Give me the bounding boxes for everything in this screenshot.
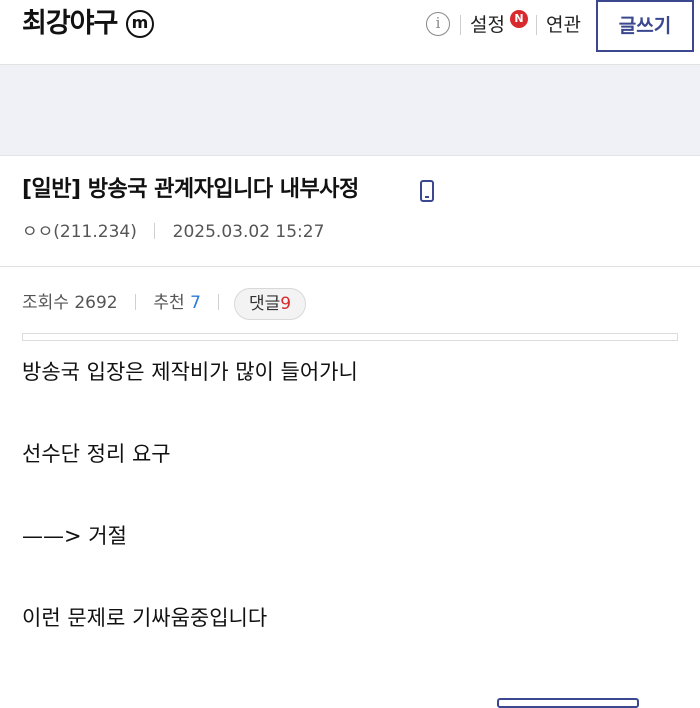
bottom-button-partial[interactable]	[497, 698, 639, 708]
post-title: [일반] 방송국 관계자입니다 내부사정	[22, 177, 359, 202]
new-badge: N	[510, 10, 528, 28]
header-divider	[536, 15, 537, 35]
post-body-line: 이런 문제로 기싸움중입니다	[22, 606, 268, 630]
post-body-line: 선수단 정리 요구	[22, 442, 171, 466]
post-stats: 조회수 2692 추천 7	[22, 287, 231, 319]
post-body-line: 방송국 입장은 제작비가 많이 들어가니	[22, 360, 358, 384]
stats-divider	[218, 294, 220, 310]
ad-banner	[0, 65, 700, 156]
section-divider	[0, 266, 700, 267]
comments-label: 댓글	[249, 294, 281, 314]
recommend-label: 추천	[153, 293, 185, 313]
header-divider	[460, 15, 461, 35]
mobile-icon	[420, 180, 434, 202]
content-rule	[22, 333, 678, 341]
meta-divider	[154, 223, 156, 239]
comments-count: 9	[280, 294, 292, 314]
info-icon[interactable]: i	[426, 12, 450, 36]
gallery-title[interactable]: 최강야구	[22, 4, 118, 44]
author-name[interactable]: ㅇㅇ(211.234)	[22, 222, 137, 242]
post-datetime: 2025.03.02 15:27	[172, 222, 325, 242]
views-count: 조회수 2692	[22, 293, 118, 313]
settings-link[interactable]: 설정	[470, 8, 505, 42]
recommend-count: 7	[190, 293, 201, 313]
related-link[interactable]: 연관	[546, 8, 581, 42]
post-meta: ㅇㅇ(211.234) 2025.03.02 15:27	[22, 216, 324, 248]
minor-gallery-badge-icon: m	[126, 10, 154, 38]
stats-divider	[135, 294, 136, 310]
write-button[interactable]: 글쓰기	[596, 0, 694, 52]
top-header: 최강야구 m i 설정 N 연관 글쓰기	[0, 0, 700, 65]
comments-button[interactable]: 댓글9	[234, 288, 307, 320]
post-body-line: ——> 거절	[22, 524, 127, 548]
